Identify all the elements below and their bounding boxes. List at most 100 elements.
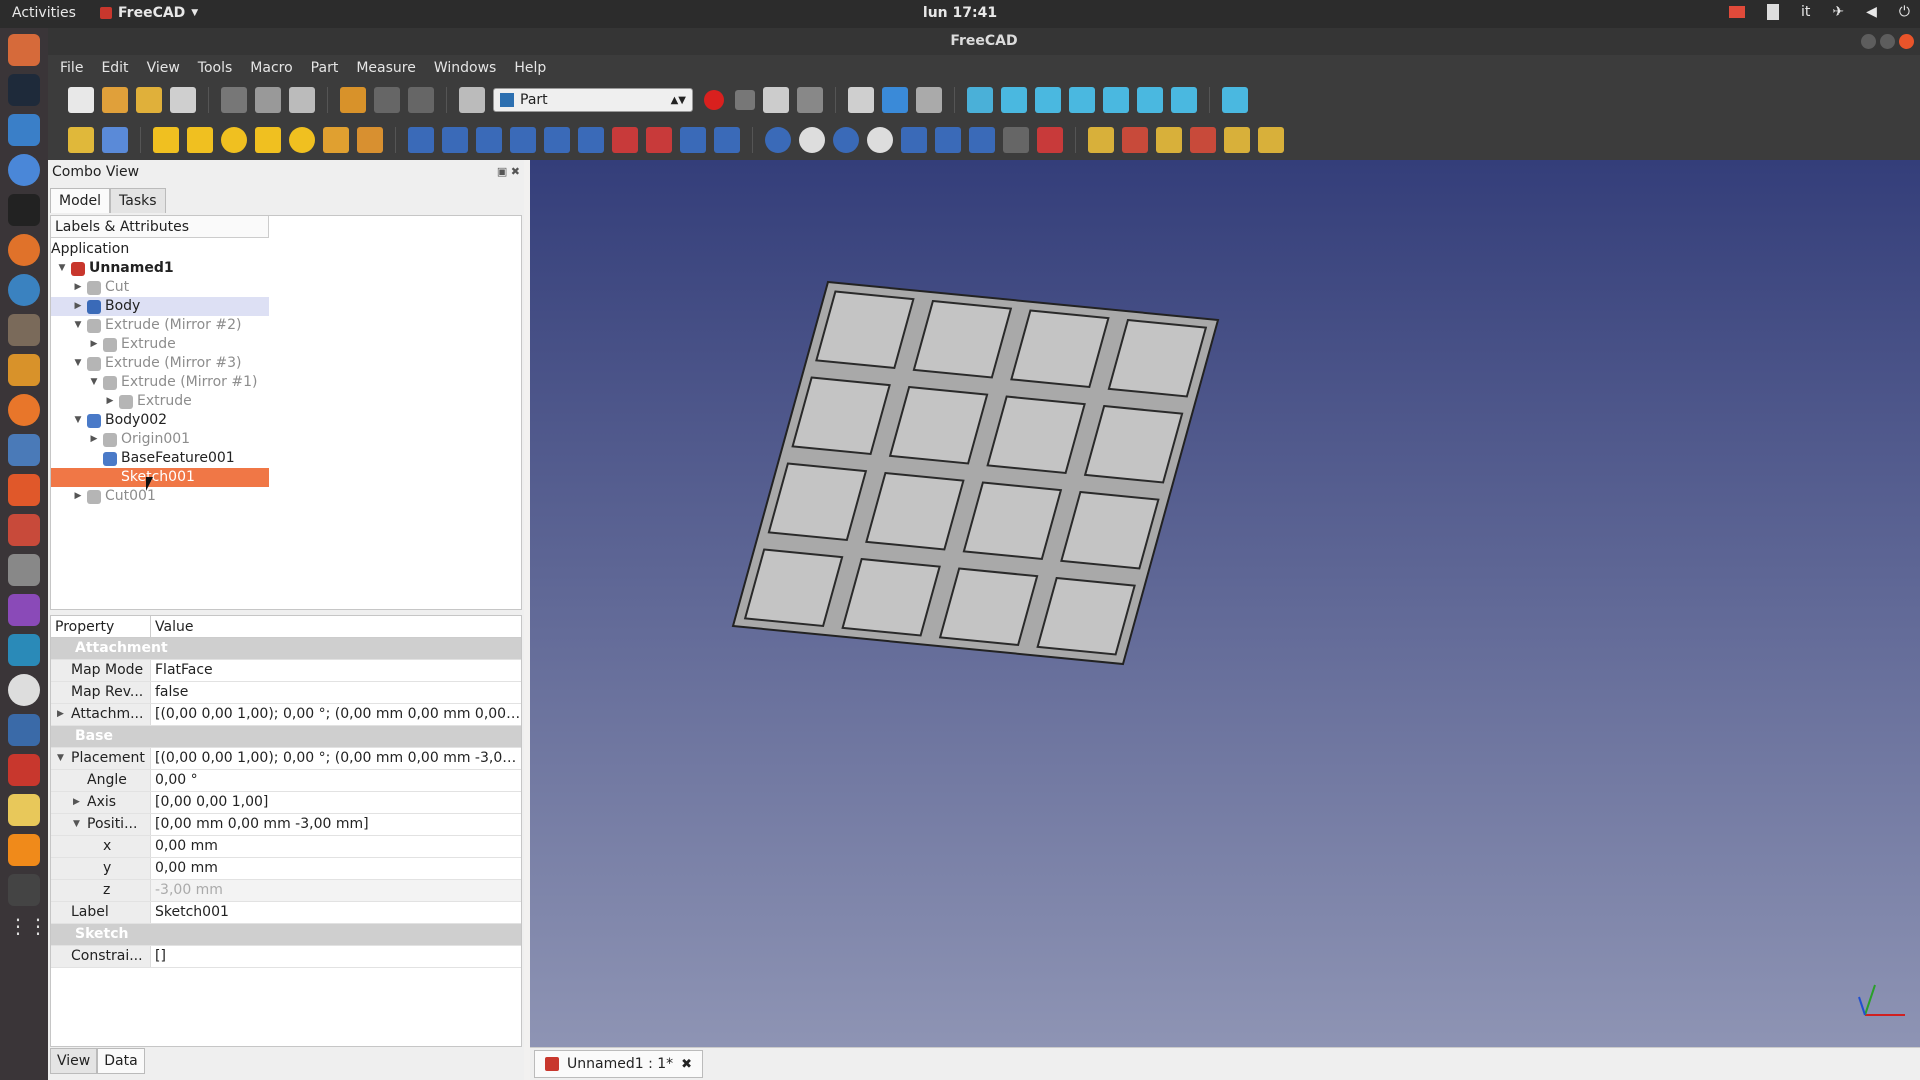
draw-style-icon[interactable] [916,87,942,113]
minimize-button[interactable] [1861,34,1876,49]
join-features-icon[interactable] [901,127,927,153]
compound-icon[interactable] [969,127,995,153]
expanded-arrow-icon[interactable]: ▼ [57,748,64,769]
cone-icon[interactable] [255,127,281,153]
bottom-view-icon[interactable] [1137,87,1163,113]
fillet-icon[interactable] [510,127,536,153]
clipboard-icon[interactable] [1767,4,1780,20]
tree-item[interactable]: ▼ Extrude (Mirror #3) [73,354,242,373]
freecad-dock-icon[interactable] [8,754,40,786]
measure-refresh-icon[interactable] [1156,127,1182,153]
blender-app-icon[interactable] [8,394,40,426]
collapsed-arrow-icon[interactable]: ▶ [57,704,64,725]
sweep-icon[interactable] [680,127,706,153]
tree-item[interactable]: ▼ Unnamed1 [57,259,174,278]
model-tree[interactable]: Labels & Attributes Application ▼ Unnamed1… [50,215,522,610]
close-panel-icon[interactable]: ✖ [511,165,520,178]
close-tab-icon[interactable]: ✖ [681,1057,692,1072]
float-panel-icon[interactable]: ▣ [497,165,507,178]
print-icon[interactable] [170,87,196,113]
3d-viewport[interactable] [530,160,1920,1047]
tree-item[interactable]: ▼ Extrude (Mirror #1) [89,373,258,392]
loft-icon[interactable] [646,127,672,153]
box-app-icon[interactable] [8,714,40,746]
collapsed-arrow-icon[interactable]: ▶ [89,430,99,449]
tree-item[interactable]: ▶ Extrude [89,335,176,354]
split-tools-icon[interactable] [935,127,961,153]
refresh-icon[interactable] [408,87,434,113]
expanded-arrow-icon[interactable]: ▼ [89,373,99,392]
collapsed-arrow-icon[interactable]: ▶ [73,792,80,813]
menu-edit[interactable]: Edit [101,60,128,76]
notes-app-icon[interactable] [8,794,40,826]
tree-item[interactable]: ▶ Cut [73,278,130,297]
cut-icon[interactable] [221,87,247,113]
whats-this-icon[interactable] [459,87,485,113]
property-column-header[interactable]: Property [51,616,151,637]
property-row[interactable]: Label Sketch001 [51,902,521,924]
expanded-arrow-icon[interactable]: ▼ [73,354,83,373]
tree-item[interactable]: ▼ Extrude (Mirror #2) [73,316,242,335]
workbench-selector[interactable]: Part ▲▼ [493,88,693,112]
gimp-app-icon[interactable] [8,314,40,346]
tree-item[interactable]: ▶ Origin001 [89,430,191,449]
collapsed-arrow-icon[interactable]: ▶ [89,335,99,354]
document-tab[interactable]: Unnamed1 : 1* ✖ [534,1050,704,1078]
tree-item[interactable]: ▼ Body002 [73,411,168,430]
tab-model[interactable]: Model [50,188,111,213]
property-value-input[interactable]: -3,00 mm [151,880,521,901]
macro-run-icon[interactable] [797,87,823,113]
offset-icon[interactable] [714,127,740,153]
sync-app-icon[interactable] [8,74,40,106]
menu-macro[interactable]: Macro [250,60,292,76]
expanded-arrow-icon[interactable]: ▼ [73,411,83,430]
property-row[interactable]: ▼ Placement [(0,00 0,00 1,00); 0,00 °; (0,… [51,748,521,770]
left-view-icon[interactable] [1171,87,1197,113]
tab-view[interactable]: View [50,1048,98,1074]
property-row[interactable]: ▶ Axis [0,00 0,00 1,00] [51,792,521,814]
macro-record-icon[interactable] [704,90,724,110]
sphere-icon[interactable] [221,127,247,153]
menu-file[interactable]: File [60,60,83,76]
revolve-icon[interactable] [442,127,468,153]
property-row[interactable]: ▶ Attachm... [(0,00 0,00 1,00); 0,00 °; (0… [51,704,521,726]
extrude-icon[interactable] [408,127,434,153]
paste-icon[interactable] [289,87,315,113]
right-view-icon[interactable] [1069,87,1095,113]
collapsed-arrow-icon[interactable]: ▶ [73,487,83,506]
cut-boolean-icon[interactable] [799,127,825,153]
measure-toggle-3d-icon[interactable] [1258,127,1284,153]
top-view-icon[interactable] [1035,87,1061,113]
check-geometry-icon[interactable] [1003,127,1029,153]
window-title-bar[interactable]: FreeCAD [48,28,1920,55]
torus-icon[interactable] [289,127,315,153]
measure-linear-icon[interactable] [1088,127,1114,153]
collapsed-arrow-icon[interactable]: ▶ [105,392,115,411]
tree-item[interactable]: Sketch001 [51,468,269,487]
video-app-icon[interactable] [8,874,40,906]
menu-measure[interactable]: Measure [356,60,416,76]
tree-item[interactable]: ▶ Extrude [105,392,192,411]
property-row[interactable]: Angle 0,00 ° [51,770,521,792]
expanded-arrow-icon[interactable]: ▼ [73,814,80,835]
expanded-arrow-icon[interactable]: ▼ [57,259,67,278]
property-row[interactable]: Map Mode FlatFace [51,660,521,682]
show-apps-icon[interactable]: ⋮⋮ [8,914,48,946]
property-row[interactable]: Constrai... [] [51,946,521,968]
box-icon[interactable] [153,127,179,153]
tab-tasks[interactable]: Tasks [110,188,166,213]
fit-all-icon[interactable] [848,87,874,113]
chromium-app-icon[interactable] [8,154,40,186]
collapsed-arrow-icon[interactable]: ▶ [73,278,83,297]
macro-edit-icon[interactable] [763,87,789,113]
fuse-icon[interactable] [833,127,859,153]
measure-angular-icon[interactable] [1122,127,1148,153]
language-indicator[interactable]: it [1801,4,1810,20]
primitives-icon[interactable] [323,127,349,153]
camera-app-icon[interactable] [8,554,40,586]
value-column-header[interactable]: Value [151,616,197,637]
collapsed-arrow-icon[interactable]: ▶ [73,297,83,316]
tree-item[interactable]: BaseFeature001 [89,449,235,468]
editor-app-icon[interactable] [8,274,40,306]
tab-data[interactable]: Data [97,1048,145,1074]
